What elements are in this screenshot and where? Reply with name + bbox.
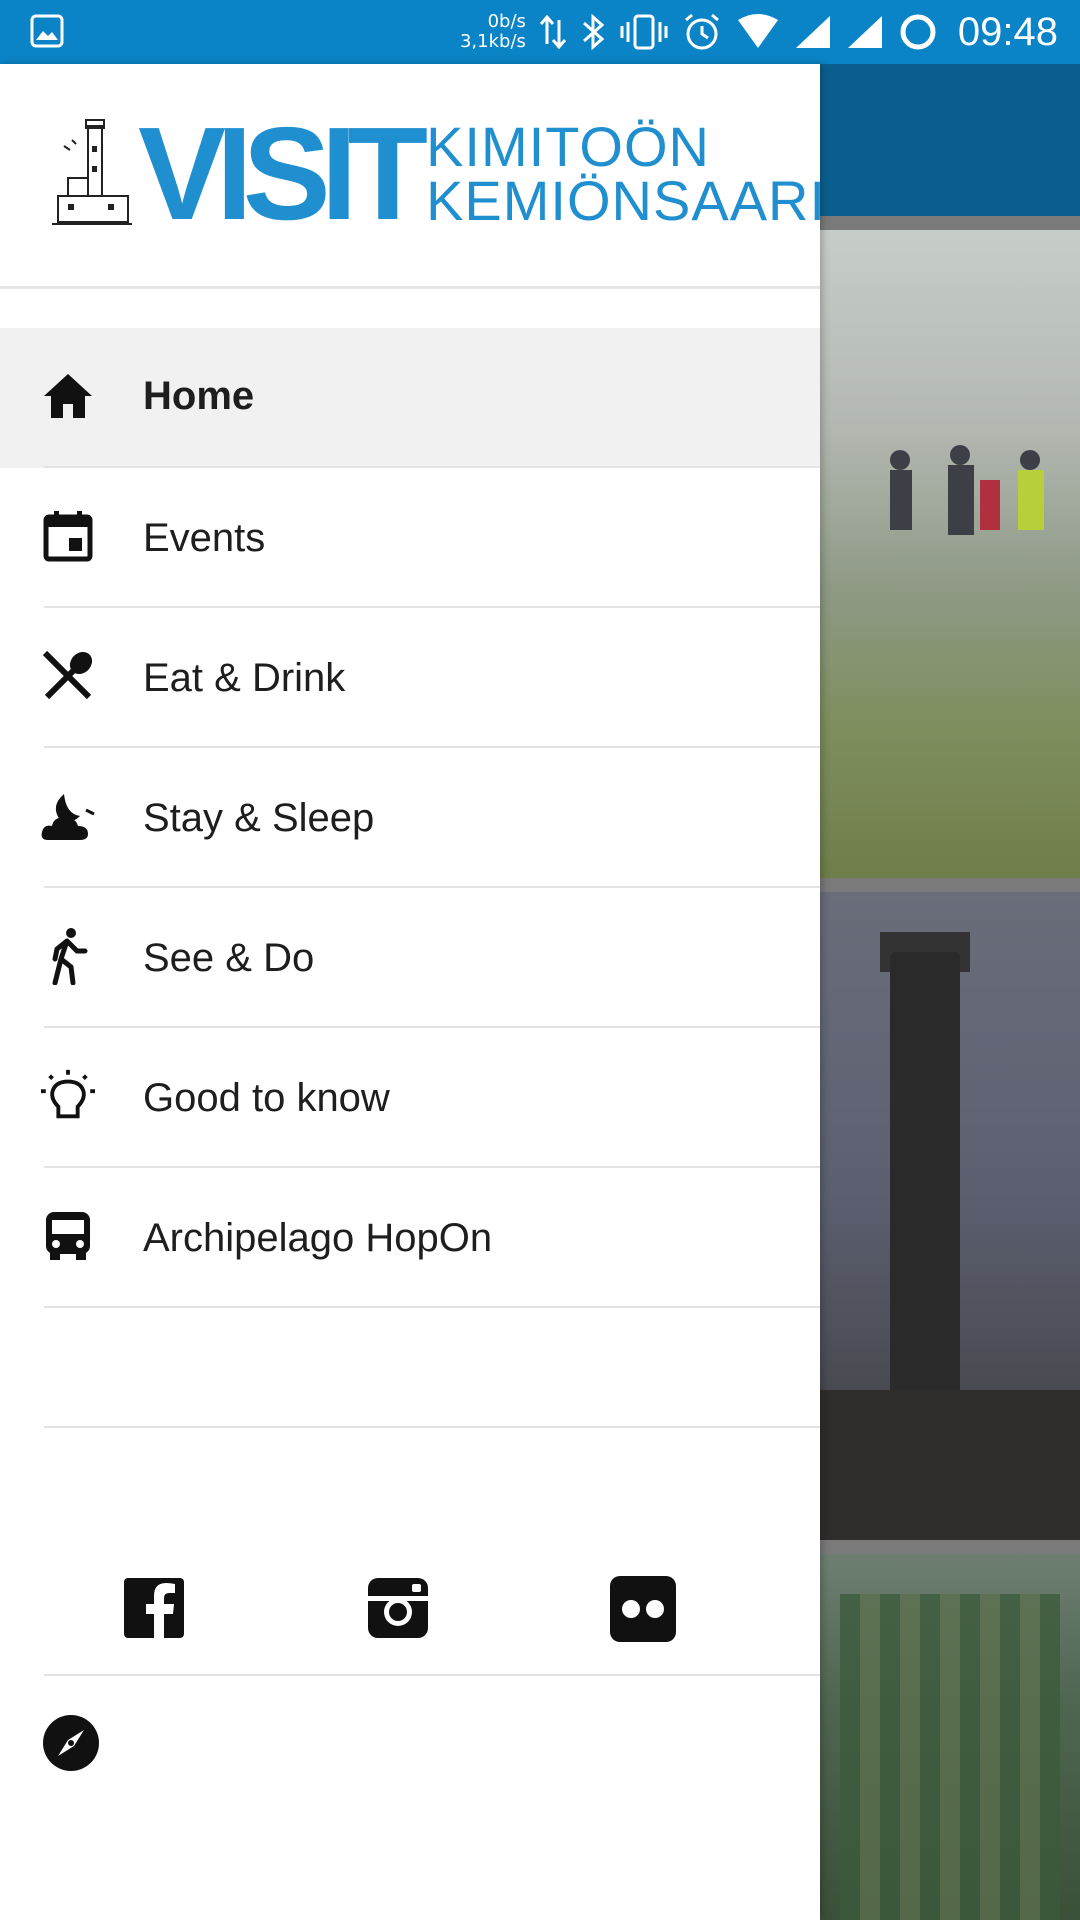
divider bbox=[44, 1674, 820, 1676]
forest-photo bbox=[820, 1554, 1080, 1920]
lighthouse-logo-icon bbox=[48, 116, 134, 231]
bluetooth-icon bbox=[580, 13, 606, 51]
wifi-icon bbox=[736, 14, 780, 50]
drawer-header: VISIT KIMITOÖN KEMIÖNSAARI bbox=[0, 64, 825, 286]
main-content-scrim[interactable] bbox=[820, 64, 1080, 1920]
walking-person-icon bbox=[40, 928, 96, 985]
home-icon bbox=[40, 368, 96, 424]
menu-label-archipelago-hopon: Archipelago HopOn bbox=[143, 1216, 493, 1260]
menu-label-good-to-know: Good to know bbox=[143, 1076, 390, 1120]
vibrate-icon bbox=[620, 12, 668, 52]
compass-icon[interactable] bbox=[42, 1714, 100, 1772]
event-photo bbox=[820, 230, 1080, 878]
signal-icon-1 bbox=[794, 14, 832, 50]
divider bbox=[44, 1426, 820, 1428]
social-links bbox=[0, 1504, 820, 1654]
facebook-icon[interactable] bbox=[120, 1574, 190, 1644]
menu-item-eat-drink[interactable]: Eat & Drink bbox=[0, 608, 820, 748]
logo-visit-text: VISIT bbox=[138, 99, 428, 247]
drawer-menu: Home Events Eat & Drink Stay & Sleep See… bbox=[0, 328, 820, 1308]
status-bar: 0b/s 3,1kb/s 09:48 bbox=[0, 0, 1080, 64]
gallery-notification-icon bbox=[30, 14, 64, 53]
moon-cloud-icon bbox=[40, 788, 96, 844]
signal-icon-2 bbox=[846, 14, 884, 50]
divider bbox=[44, 1306, 820, 1308]
menu-label-see-do: See & Do bbox=[143, 936, 315, 980]
logo-line2-text: KEMIÖNSAARI bbox=[426, 168, 827, 232]
menu-item-good-to-know[interactable]: Good to know bbox=[0, 1028, 820, 1168]
net-up-text: 3,1kb/s bbox=[459, 31, 526, 52]
clock: 09:48 bbox=[957, 9, 1058, 54]
visit-kimitoon-logo: VISIT KIMITOÖN KEMIÖNSAARI bbox=[48, 99, 827, 247]
lighthouse-photo bbox=[820, 892, 1080, 1540]
lightbulb-icon bbox=[40, 1068, 96, 1124]
menu-item-see-do[interactable]: See & Do bbox=[0, 888, 820, 1028]
fork-spoon-icon bbox=[40, 648, 96, 704]
bus-icon bbox=[40, 1208, 96, 1264]
header-divider bbox=[0, 286, 820, 289]
instagram-icon[interactable] bbox=[364, 1574, 434, 1644]
flickr-icon[interactable] bbox=[608, 1574, 678, 1644]
navigation-drawer: VISIT KIMITOÖN KEMIÖNSAARI Home Events E… bbox=[0, 64, 825, 1920]
app-toolbar bbox=[820, 64, 1080, 216]
battery-charging-icon bbox=[898, 12, 938, 52]
network-speed: 0b/s 3,1kb/s bbox=[460, 12, 526, 52]
menu-item-home[interactable]: Home bbox=[0, 328, 820, 468]
menu-label-eat-drink: Eat & Drink bbox=[143, 656, 346, 700]
net-down-text: 0b/s bbox=[487, 11, 526, 32]
menu-item-events[interactable]: Events bbox=[0, 468, 820, 608]
calendar-icon bbox=[40, 508, 96, 564]
menu-label-home: Home bbox=[143, 374, 255, 418]
menu-item-stay-sleep[interactable]: Stay & Sleep bbox=[0, 748, 820, 888]
alarm-icon bbox=[682, 12, 722, 52]
data-transfer-icon bbox=[539, 14, 566, 50]
menu-item-archipelago-hopon[interactable]: Archipelago HopOn bbox=[0, 1168, 820, 1308]
menu-label-events: Events bbox=[143, 516, 266, 560]
logo-line1-text: KIMITOÖN bbox=[426, 114, 710, 178]
menu-label-stay-sleep: Stay & Sleep bbox=[143, 796, 375, 840]
